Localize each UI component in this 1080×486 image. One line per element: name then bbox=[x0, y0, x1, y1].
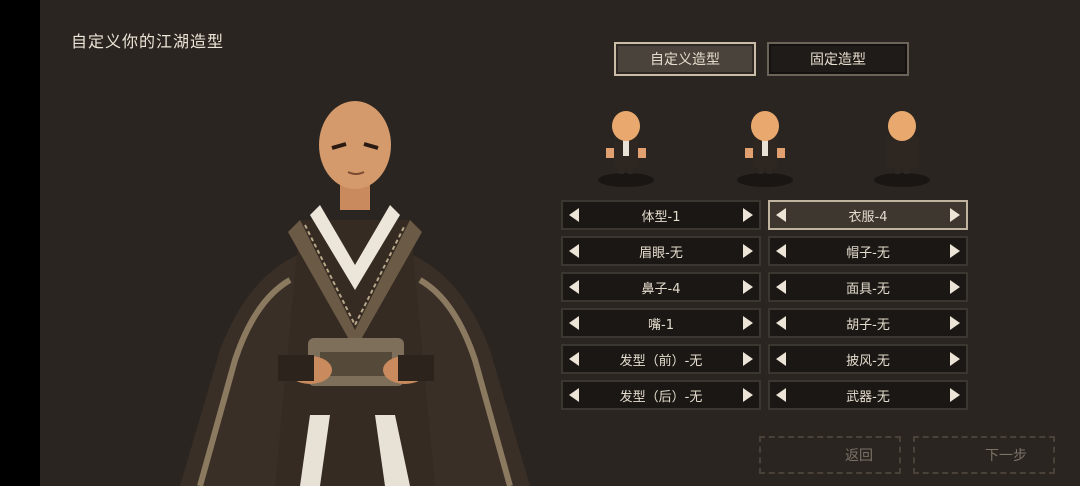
back-button[interactable]: 返回 bbox=[759, 436, 901, 474]
character-portrait bbox=[180, 101, 530, 486]
option-body-type-next-button[interactable] bbox=[737, 202, 759, 228]
option-cape-prev-button[interactable] bbox=[770, 346, 792, 372]
option-weapon-prev-button[interactable] bbox=[770, 382, 792, 408]
option-cape-next-button[interactable] bbox=[944, 346, 966, 372]
option-weapon: 武器-无 bbox=[768, 380, 968, 410]
arrow-right-icon bbox=[950, 208, 960, 222]
option-beard-prev-button[interactable] bbox=[770, 310, 792, 336]
option-hair-front-label: 发型（前）-无 bbox=[619, 353, 703, 369]
option-mask-prev-button[interactable] bbox=[770, 274, 792, 300]
arrow-left-icon bbox=[776, 316, 786, 330]
arrow-right-icon bbox=[950, 352, 960, 366]
option-clothes-label: 衣服-4 bbox=[848, 209, 888, 225]
game-screen: 自定义你的江湖造型 自定义造型 固定造型 体型-1 眉眼-无 鼻子-4 嘴-1 … bbox=[0, 0, 1080, 486]
arrow-right-icon bbox=[743, 280, 753, 294]
arrow-right-icon bbox=[950, 316, 960, 330]
option-hat-label: 帽子-无 bbox=[846, 245, 890, 261]
arrow-left-icon bbox=[569, 208, 579, 222]
option-cape-label: 披风-无 bbox=[846, 353, 890, 369]
tab-fixed-look-label: 固定造型 bbox=[810, 52, 866, 68]
arrow-left-icon bbox=[776, 280, 786, 294]
option-hair-back: 发型（后）-无 bbox=[561, 380, 761, 410]
option-weapon-next-button[interactable] bbox=[944, 382, 966, 408]
page-title: 自定义你的江湖造型 bbox=[71, 32, 225, 51]
arrow-right-icon bbox=[950, 244, 960, 258]
option-cape: 披风-无 bbox=[768, 344, 968, 374]
option-mask: 面具-无 bbox=[768, 272, 968, 302]
option-mouth: 嘴-1 bbox=[561, 308, 761, 338]
tab-custom-look[interactable]: 自定义造型 bbox=[614, 42, 756, 76]
arrow-right-icon bbox=[743, 208, 753, 222]
arrow-left-icon bbox=[569, 280, 579, 294]
option-hair-back-next-button[interactable] bbox=[737, 382, 759, 408]
option-clothes-prev-button[interactable] bbox=[770, 202, 792, 228]
arrow-left-icon bbox=[776, 208, 786, 222]
arrow-left-icon bbox=[569, 352, 579, 366]
arrow-left-icon bbox=[569, 316, 579, 330]
option-mouth-next-button[interactable] bbox=[737, 310, 759, 336]
arrow-left-icon bbox=[569, 388, 579, 402]
option-mask-label: 面具-无 bbox=[846, 281, 890, 297]
option-clothes: 衣服-4 bbox=[768, 200, 968, 230]
tab-custom-look-label: 自定义造型 bbox=[650, 52, 720, 68]
preview-sprite-back bbox=[874, 111, 930, 187]
option-hair-front-prev-button[interactable] bbox=[563, 346, 585, 372]
option-beard-next-button[interactable] bbox=[944, 310, 966, 336]
option-hair-back-label: 发型（后）-无 bbox=[619, 389, 703, 405]
option-nose-next-button[interactable] bbox=[737, 274, 759, 300]
arrow-right-icon bbox=[950, 388, 960, 402]
arrow-right-icon bbox=[743, 352, 753, 366]
option-nose-label: 鼻子-4 bbox=[641, 281, 681, 297]
next-step-button[interactable]: 下一步 bbox=[913, 436, 1055, 474]
option-body-type: 体型-1 bbox=[561, 200, 761, 230]
option-hat-next-button[interactable] bbox=[944, 238, 966, 264]
option-hat: 帽子-无 bbox=[768, 236, 968, 266]
tab-fixed-look[interactable]: 固定造型 bbox=[767, 42, 909, 76]
arrow-left-icon bbox=[776, 244, 786, 258]
option-weapon-label: 武器-无 bbox=[846, 389, 890, 405]
option-beard: 胡子-无 bbox=[768, 308, 968, 338]
arrow-right-icon bbox=[743, 388, 753, 402]
preview-sprite-side bbox=[737, 111, 793, 187]
option-hat-prev-button[interactable] bbox=[770, 238, 792, 264]
arrow-right-icon bbox=[743, 244, 753, 258]
option-hair-back-prev-button[interactable] bbox=[563, 382, 585, 408]
arrow-left-icon bbox=[776, 352, 786, 366]
option-brows-eyes-prev-button[interactable] bbox=[563, 238, 585, 264]
option-brows-eyes-label: 眉眼-无 bbox=[639, 245, 683, 261]
option-mouth-label: 嘴-1 bbox=[648, 317, 674, 333]
option-hair-front: 发型（前）-无 bbox=[561, 344, 761, 374]
next-step-button-label: 下一步 bbox=[985, 448, 1027, 464]
option-beard-label: 胡子-无 bbox=[846, 317, 890, 333]
arrow-right-icon bbox=[950, 280, 960, 294]
option-nose-prev-button[interactable] bbox=[563, 274, 585, 300]
arrow-left-icon bbox=[776, 388, 786, 402]
option-hair-front-next-button[interactable] bbox=[737, 346, 759, 372]
preview-sprite-front bbox=[598, 111, 654, 187]
arrow-left-icon bbox=[569, 244, 579, 258]
option-brows-eyes-next-button[interactable] bbox=[737, 238, 759, 264]
arrow-right-icon bbox=[743, 316, 753, 330]
option-body-type-prev-button[interactable] bbox=[563, 202, 585, 228]
option-body-type-label: 体型-1 bbox=[641, 209, 681, 225]
back-button-label: 返回 bbox=[845, 448, 873, 464]
option-nose: 鼻子-4 bbox=[561, 272, 761, 302]
option-mask-next-button[interactable] bbox=[944, 274, 966, 300]
option-clothes-next-button[interactable] bbox=[944, 202, 966, 228]
option-mouth-prev-button[interactable] bbox=[563, 310, 585, 336]
option-brows-eyes: 眉眼-无 bbox=[561, 236, 761, 266]
